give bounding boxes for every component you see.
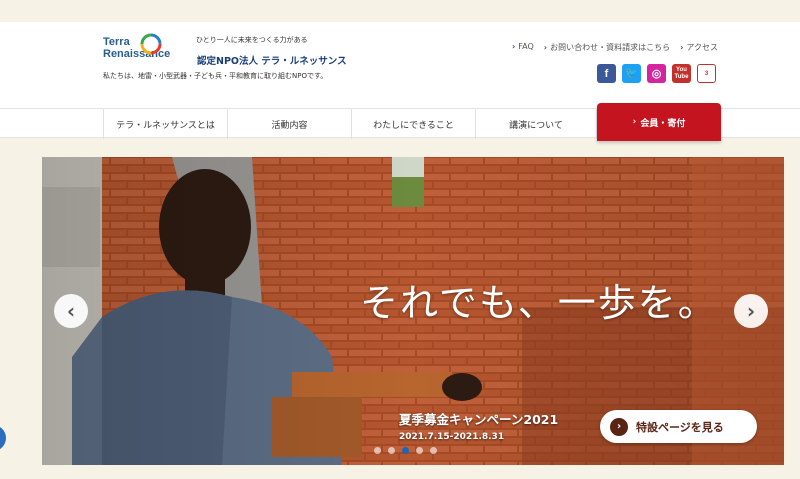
- nav-item-about[interactable]: テラ・ルネッサンスとは: [103, 109, 227, 139]
- social-links: f 🐦 ◎ You Tube 3: [597, 64, 716, 83]
- facebook-icon[interactable]: f: [597, 64, 616, 83]
- utility-links: FAQ お問い合わせ・資料請求はこちら アクセス: [512, 42, 718, 53]
- logo-ring-icon: [140, 33, 162, 55]
- campaign-title: 夏季募金キャンペーン2021: [399, 412, 559, 427]
- carousel-dot[interactable]: [430, 447, 437, 454]
- nav-item-lectures[interactable]: 講演について: [475, 109, 597, 139]
- hero-carousel: それでも、一歩を。 夏季募金キャンペーン2021 2021.7.15-2021.…: [42, 157, 784, 465]
- chevron-right-icon: ›: [610, 417, 628, 436]
- instagram-icon[interactable]: ◎: [647, 64, 666, 83]
- terra-renaissance-logo[interactable]: Terra Renaissance: [103, 32, 170, 68]
- contact-link[interactable]: お問い合わせ・資料請求はこちら: [544, 42, 670, 53]
- chevron-right-icon: ›: [632, 117, 637, 127]
- donate-button[interactable]: › 会員・寄付: [597, 103, 721, 141]
- carousel-next-button[interactable]: ›: [734, 294, 768, 328]
- hero-slogan: それでも、一歩を。: [360, 281, 718, 325]
- twitter-icon[interactable]: 🐦: [622, 64, 641, 83]
- nav-item-what-i-can-do[interactable]: わたしにできること: [351, 109, 475, 139]
- org-name: 認定NPO法人 テラ・ルネッサンス: [197, 56, 347, 67]
- special-page-label: 特設ページを見る: [636, 420, 724, 434]
- chevron-left-icon: ‹: [66, 299, 76, 323]
- youtube-icon[interactable]: You Tube: [672, 64, 691, 83]
- top-strip: [0, 0, 800, 22]
- carousel-dot[interactable]: [388, 447, 395, 454]
- carousel-dot[interactable]: [374, 447, 381, 454]
- access-link[interactable]: アクセス: [680, 42, 718, 53]
- raisers3-icon[interactable]: 3: [697, 64, 716, 83]
- carousel-dot-active[interactable]: [402, 447, 409, 454]
- carousel-prev-button[interactable]: ‹: [54, 294, 88, 328]
- nav-item-activities[interactable]: 活動内容: [227, 109, 351, 139]
- chevron-right-icon: ›: [746, 299, 756, 323]
- donate-label: 会員・寄付: [640, 118, 686, 129]
- org-description: 私たちは、地雷・小型武器・子ども兵・平和教育に取り組むNPOです。: [103, 72, 328, 80]
- carousel-dots: [374, 447, 437, 454]
- campaign-dates: 2021.7.15-2021.8.31: [399, 432, 505, 442]
- side-widget-tab[interactable]: [0, 425, 6, 451]
- tagline: ひとり一人に未来をつくる力がある: [196, 36, 308, 44]
- carousel-dot[interactable]: [416, 447, 423, 454]
- faq-link[interactable]: FAQ: [512, 42, 534, 53]
- special-page-button[interactable]: › 特設ページを見る: [600, 410, 757, 443]
